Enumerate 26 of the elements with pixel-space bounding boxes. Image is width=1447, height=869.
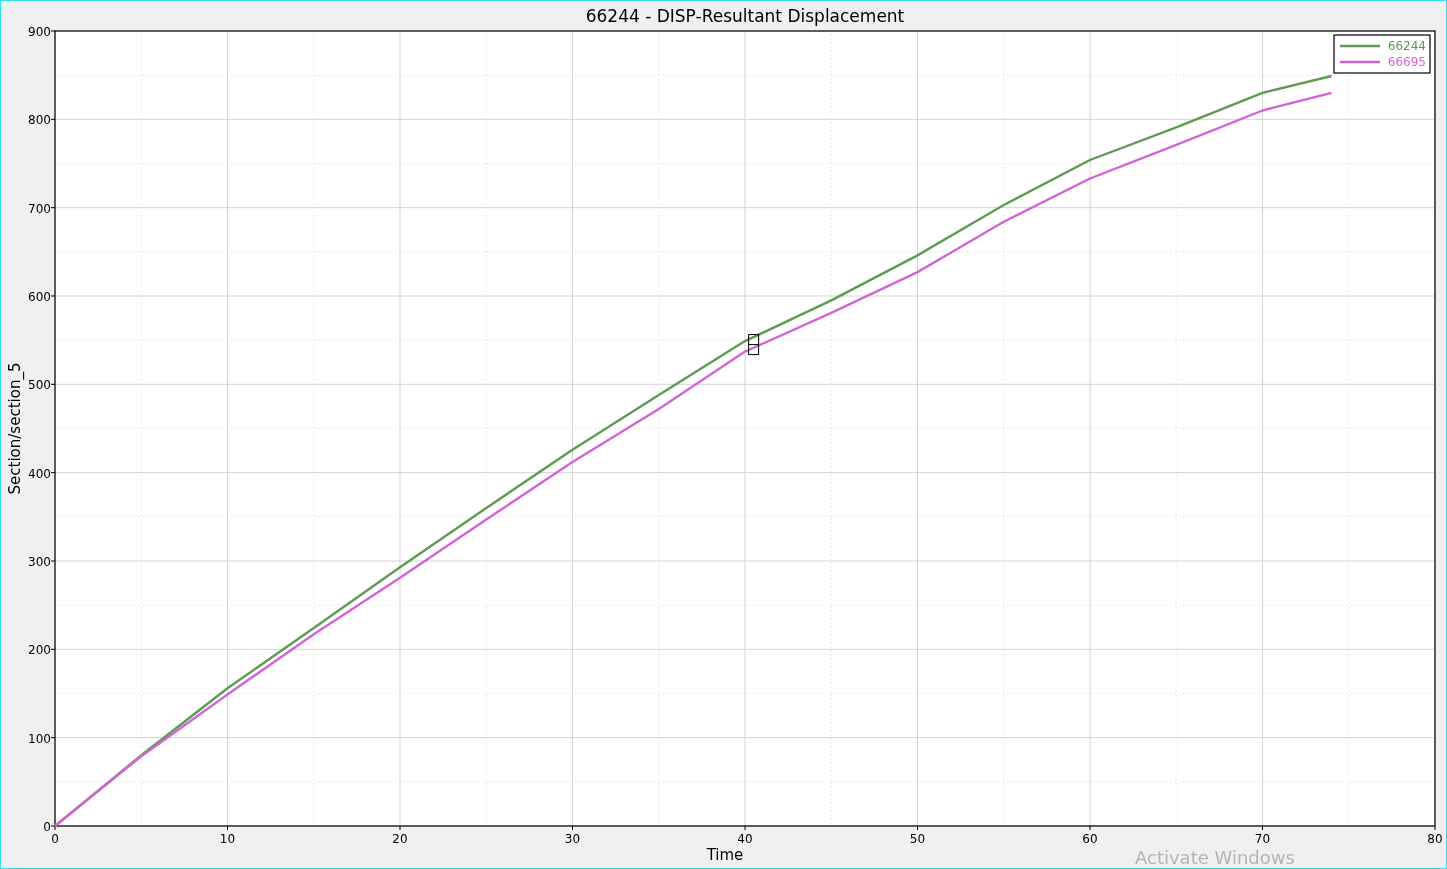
y-tick-label: 800 bbox=[28, 113, 51, 128]
y-tick-label: 900 bbox=[28, 25, 51, 39]
x-tick-label: 30 bbox=[564, 832, 581, 846]
x-tick-label: 60 bbox=[1082, 832, 1098, 846]
legend-label: 66244 bbox=[1387, 39, 1426, 53]
cursor-marker[interactable] bbox=[748, 334, 760, 356]
y-tick-label: 600 bbox=[28, 290, 51, 304]
y-tick-label: 400 bbox=[28, 466, 51, 481]
legend-label: 66695 bbox=[1387, 55, 1426, 69]
activation-notice: Activate Windows bbox=[1135, 847, 1295, 869]
chart-title: 66244 - DISP-Resultant Displacement bbox=[585, 6, 905, 26]
y-tick-label: 0 bbox=[43, 820, 51, 834]
x-tick-label: 70 bbox=[1254, 832, 1271, 846]
x-tick-label: 40 bbox=[737, 832, 753, 846]
y-tick-label: 500 bbox=[28, 378, 51, 393]
x-axis-title: Time bbox=[706, 846, 744, 864]
y-tick-label: 300 bbox=[28, 555, 51, 569]
x-tick-label: 20 bbox=[392, 832, 408, 846]
x-tick-label: 10 bbox=[219, 832, 236, 846]
y-axis-title: Section/section_5 bbox=[6, 362, 24, 495]
y-tick-label: 700 bbox=[28, 201, 51, 216]
y-tick-label: 100 bbox=[28, 731, 51, 746]
x-tick-label: 80 bbox=[1427, 832, 1443, 846]
x-tick-label: 0 bbox=[51, 832, 59, 846]
x-tick-label: 50 bbox=[909, 832, 926, 846]
y-tick-label: 200 bbox=[28, 643, 51, 658]
